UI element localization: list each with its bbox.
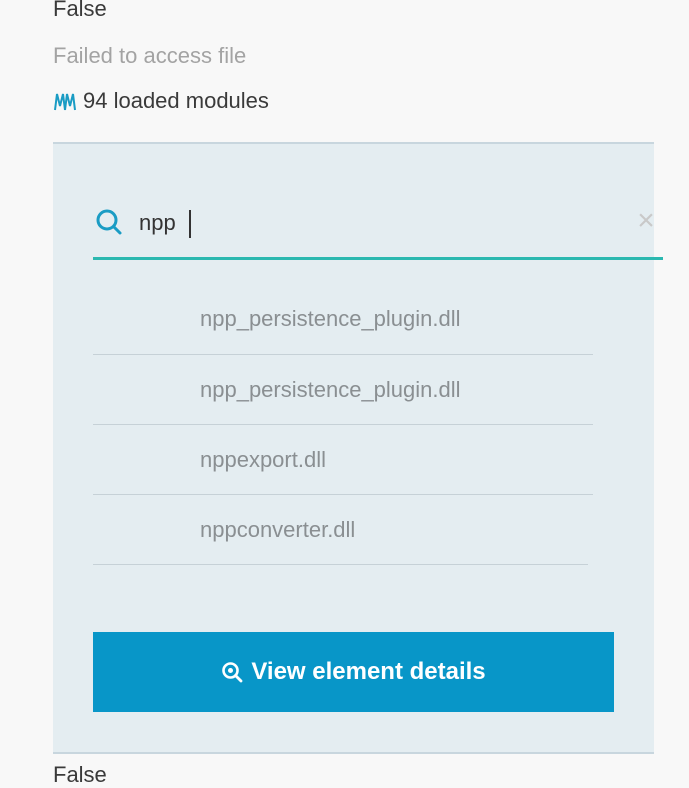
view-element-details-button[interactable]: View element details bbox=[93, 632, 614, 712]
search-results-list: npp_persistence_plugin.dll npp_persisten… bbox=[93, 284, 593, 565]
search-icon bbox=[95, 208, 125, 238]
property-value-top: False bbox=[53, 0, 107, 21]
view-element-details-label: View element details bbox=[251, 658, 486, 685]
modules-icon bbox=[53, 90, 77, 112]
search-result-item[interactable]: nppconverter.dll bbox=[93, 495, 588, 565]
loaded-modules-label: 94 loaded modules bbox=[83, 88, 269, 113]
search-result-item[interactable]: npp_persistence_plugin.dll bbox=[93, 284, 593, 355]
text-caret bbox=[189, 210, 191, 238]
search-result-item[interactable]: npp_persistence_plugin.dll bbox=[93, 355, 593, 425]
clear-search-icon[interactable]: × bbox=[635, 206, 657, 236]
zoom-in-icon bbox=[221, 661, 243, 683]
search-bar: × bbox=[93, 202, 663, 260]
search-input[interactable] bbox=[139, 206, 609, 240]
error-message: Failed to access file bbox=[53, 43, 247, 68]
property-value-bottom: False bbox=[53, 762, 107, 787]
loaded-modules-toggle[interactable]: 94 loaded modules bbox=[53, 88, 269, 114]
search-result-item[interactable]: nppexport.dll bbox=[93, 425, 593, 495]
modules-search-panel: × npp_persistence_plugin.dll npp_persist… bbox=[53, 142, 663, 754]
